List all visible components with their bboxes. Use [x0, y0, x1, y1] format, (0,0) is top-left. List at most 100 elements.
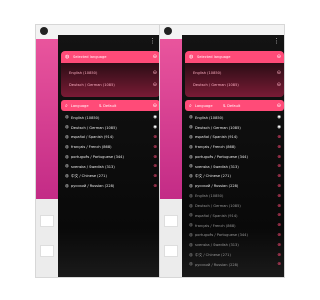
language-item[interactable]: ◍ Deutsch / German (1085) ◉ [185, 123, 284, 133]
app-card[interactable] [40, 245, 54, 257]
language-item[interactable]: ◍ svenska / Swedish (313) ⊕ [185, 240, 284, 250]
language-item[interactable]: ◍ Deutsch / German (1085) ◉ [61, 123, 160, 133]
selected-language-item[interactable]: Deutsch / German (1085) ⊖ [61, 79, 160, 91]
add-icon[interactable]: ⊕ [153, 164, 157, 169]
remove-icon[interactable]: ⊖ [153, 70, 157, 76]
panel-header: ⋮ [182, 35, 284, 51]
language-item[interactable]: ◍ Deutsch / German (1085) ⊕ [185, 201, 284, 211]
language-item[interactable]: ◍ 中文 / Chinese (271) ⊕ [61, 172, 160, 182]
app-card[interactable] [40, 215, 54, 227]
add-icon[interactable]: ⊕ [277, 213, 281, 218]
add-icon[interactable]: ⊕ [153, 135, 157, 140]
selected-language-item[interactable]: Deutsch / German (1085) ⊖ [185, 79, 284, 91]
selected-language-header[interactable]: ◍ Selected language ⊖ [61, 51, 160, 63]
language-item[interactable]: ◍ português / Portuguese (344) ⊕ [185, 152, 284, 162]
language-filter-label: Language [70, 103, 89, 108]
collapse-icon[interactable]: ⊖ [153, 103, 157, 109]
language-label: Deutsch / German (1085) [71, 125, 117, 130]
sort-default-toggle[interactable]: ⇅ Default [223, 104, 240, 108]
phone-screen-left: ♥ ⋮ ◍ Selected language ⊖ English (10850… [35, 24, 161, 278]
language-item[interactable]: ◍ français / French (868) ⊕ [185, 221, 284, 231]
language-item[interactable]: ◍ 中文 / Chinese (271) ⊕ [185, 172, 284, 182]
language-settings-panel: ⋮ ◍ Selected language ⊖ English (10850) … [182, 35, 284, 277]
remove-icon[interactable]: ⊖ [153, 82, 157, 88]
add-icon[interactable]: ⊕ [277, 184, 281, 189]
remove-icon[interactable]: ⊖ [277, 70, 281, 76]
search-icon[interactable]: ⌕ [65, 103, 68, 109]
add-icon[interactable]: ⊕ [277, 155, 281, 160]
language-item[interactable]: ◍ English (10850) ◉ [61, 113, 160, 123]
language-item[interactable]: ◍ español / Spanish (914) ⊕ [185, 211, 284, 221]
selected-language-label: English (10850) [69, 71, 98, 75]
collapse-icon[interactable]: ⊖ [277, 103, 281, 109]
add-icon[interactable]: ⊕ [277, 233, 281, 238]
add-icon[interactable]: ⊕ [277, 174, 281, 179]
camera-cutout [164, 27, 172, 35]
add-icon[interactable]: ⊕ [277, 223, 281, 228]
selected-language-header[interactable]: ◍ Selected language ⊖ [185, 51, 284, 63]
add-icon[interactable]: ⊕ [153, 155, 157, 160]
selected-language-section: ◍ Selected language ⊖ English (10850) ⊖ … [61, 51, 160, 97]
language-label: svenska / Swedish (313) [195, 164, 239, 169]
add-icon[interactable]: ⊕ [277, 253, 281, 258]
sort-default-label: Default [103, 103, 117, 108]
eye-icon[interactable]: ◉ [153, 115, 157, 120]
panel-header: ⋮ [58, 35, 160, 51]
language-filter-bar[interactable]: ⌕ Language ⇅ Default ⊖ [61, 100, 160, 111]
eye-icon[interactable]: ◉ [277, 125, 281, 130]
add-icon[interactable]: ⊕ [277, 145, 281, 150]
language-label: Deutsch / German (1085) [195, 204, 241, 209]
language-item[interactable]: ◍ svenska / Swedish (313) ⊕ [61, 162, 160, 172]
language-item[interactable]: ◍ русский / Russian (228) ⊕ [185, 182, 284, 192]
language-item[interactable]: ◍ español / Spanish (914) ⊕ [61, 133, 160, 143]
add-icon[interactable]: ⊕ [277, 135, 281, 140]
language-item[interactable]: ◍ русский / Russian (228) ⊕ [185, 260, 284, 270]
add-icon[interactable]: ⊕ [153, 184, 157, 189]
language-item[interactable]: ◍ svenska / Swedish (313) ⊕ [185, 162, 284, 172]
language-item[interactable]: ◍ English (10850) ⊕ [185, 191, 284, 201]
language-label: português / Portuguese (344) [71, 155, 124, 160]
selected-language-title: Selected language [197, 55, 231, 59]
collapse-icon[interactable]: ⊖ [277, 54, 281, 60]
language-item[interactable]: ◍ français / French (868) ⊕ [61, 142, 160, 152]
remove-icon[interactable]: ⊖ [277, 82, 281, 88]
eye-icon[interactable]: ◉ [153, 125, 157, 130]
language-list: ◍ English (10850) ◉ ◍ Deutsch / German (108… [185, 111, 284, 270]
language-item[interactable]: ◍ 中文 / Chinese (271) ⊕ [185, 250, 284, 260]
language-item[interactable]: ◍ русский / Russian (228) ⊕ [61, 182, 160, 192]
language-filter-label: Language [194, 103, 213, 108]
add-icon[interactable]: ⊕ [153, 174, 157, 179]
language-item[interactable]: ◍ português / Portuguese (344) ⊕ [185, 231, 284, 241]
add-icon[interactable]: ⊕ [277, 243, 281, 248]
language-label: русский / Russian (228) [71, 184, 115, 189]
selected-language-item[interactable]: English (10850) ⊖ [185, 67, 284, 79]
add-icon[interactable]: ⊕ [277, 164, 281, 169]
app-card[interactable] [164, 245, 178, 257]
language-item[interactable]: ◍ français / French (868) ⊕ [185, 142, 284, 152]
add-icon[interactable]: ⊕ [277, 204, 281, 209]
eye-icon[interactable]: ◉ [277, 115, 281, 120]
kebab-menu-icon[interactable]: ⋮ [149, 37, 156, 45]
language-item[interactable]: ◍ español / Spanish (914) ⊕ [185, 133, 284, 143]
language-label: español / Spanish (914) [71, 135, 114, 140]
language-filter-bar[interactable]: ⌕ Language ⇅ Default ⊖ [185, 100, 284, 111]
language-label: svenska / Swedish (313) [71, 164, 115, 169]
collapse-icon[interactable]: ⊖ [153, 54, 157, 60]
app-card[interactable] [164, 215, 178, 227]
add-icon[interactable]: ⊕ [277, 194, 281, 199]
sort-default-toggle[interactable]: ⇅ Default [99, 104, 116, 108]
selected-language-label: Deutsch / German (1085) [193, 83, 239, 87]
add-icon[interactable]: ⊕ [277, 262, 281, 267]
language-item[interactable]: ◍ português / Portuguese (344) ⊕ [61, 152, 160, 162]
language-label: español / Spanish (914) [195, 135, 238, 140]
language-item[interactable]: ◍ English (10850) ◉ [185, 113, 284, 123]
sort-default-label: Default [227, 103, 241, 108]
selected-language-label: Deutsch / German (1085) [69, 83, 115, 87]
add-icon[interactable]: ⊕ [153, 145, 157, 150]
selected-language-item[interactable]: English (10850) ⊖ [61, 67, 160, 79]
selected-language-section: ◍ Selected language ⊖ English (10850) ⊖ … [185, 51, 284, 97]
language-label: français / French (868) [71, 145, 112, 150]
search-icon[interactable]: ⌕ [189, 103, 192, 109]
kebab-menu-icon[interactable]: ⋮ [273, 37, 280, 45]
language-label: English (10850) [71, 115, 100, 120]
